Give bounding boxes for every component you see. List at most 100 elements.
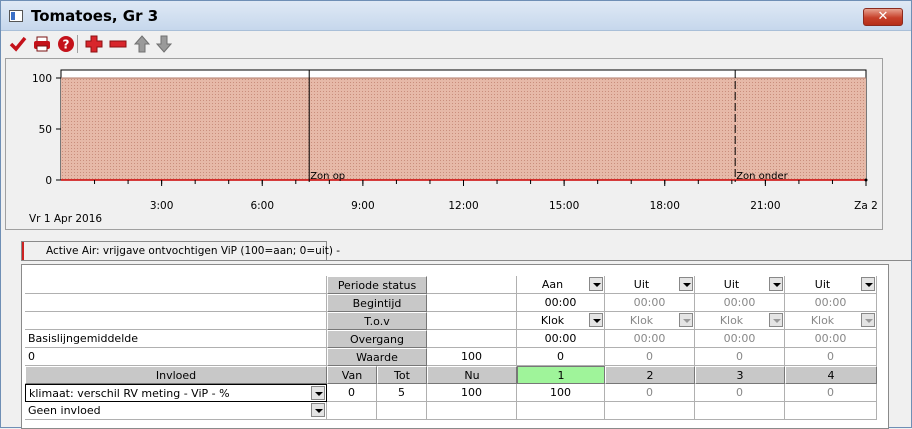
period-2-overgang: 00:00	[605, 330, 695, 348]
x-tick-label: Za 2	[854, 200, 878, 212]
period-1-header[interactable]: 1	[517, 366, 605, 384]
move-up-icon[interactable]	[133, 35, 151, 53]
row-label-overgang[interactable]: Overgang	[327, 330, 427, 348]
chevron-down-icon	[769, 313, 783, 327]
invloed-select-2[interactable]: Geen invloed	[25, 402, 327, 420]
tot-value[interactable]: 5	[377, 384, 427, 402]
row-label-begintijd[interactable]: Begintijd	[327, 294, 427, 312]
period-1-begintijd[interactable]: 00:00	[517, 294, 605, 312]
basislijn-value[interactable]: 0	[25, 348, 327, 366]
period-1-waarde[interactable]: 0	[517, 348, 605, 366]
tab-active-air[interactable]: Active Air: vrijgave ontvochtigen ViP (1…	[21, 241, 340, 261]
period-3-waarde: 0	[695, 348, 785, 366]
chevron-down-icon[interactable]	[679, 277, 693, 291]
close-button[interactable]: ✕	[863, 8, 903, 26]
period-3-tov: Klok	[719, 314, 744, 327]
invloed-select-1[interactable]: klimaat: verschil RV meting - ViP - %	[25, 384, 327, 402]
remove-icon[interactable]	[109, 35, 127, 53]
period-3-tov-select: Klok	[695, 312, 785, 330]
x-tick-label: 9:00	[351, 200, 375, 212]
waarde-nu: 100	[427, 348, 517, 366]
row-label-periode-status[interactable]: Periode status	[327, 276, 427, 294]
nu-header[interactable]: Nu	[427, 366, 517, 384]
period-1-overgang[interactable]: 00:00	[517, 330, 605, 348]
tab-divider	[21, 260, 911, 261]
x-tick-label: 21:00	[750, 200, 780, 212]
period-3-overgang: 00:00	[695, 330, 785, 348]
period-3-header[interactable]: 3	[695, 366, 785, 384]
period-2-status-select[interactable]: Uit	[605, 276, 695, 294]
x-tick-label: 12:00	[448, 200, 478, 212]
y-tick-label: 50	[39, 124, 52, 136]
y-tick-label: 100	[32, 73, 52, 85]
period-4-invloed: 0	[785, 384, 877, 402]
empty-cell	[25, 294, 327, 312]
period-2-header[interactable]: 2	[605, 366, 695, 384]
check-icon[interactable]	[9, 35, 27, 53]
chevron-down-icon	[679, 313, 693, 327]
series-end-point	[864, 178, 868, 182]
empty-cell	[327, 402, 377, 420]
basislijn-label: Basislijngemiddelde	[25, 330, 327, 348]
nu-value: 100	[427, 384, 517, 402]
y-tick-label: 0	[45, 175, 52, 187]
period-1-status: Aan	[541, 278, 564, 291]
empty-cell	[605, 402, 695, 420]
period-2-invloed: 0	[605, 384, 695, 402]
period-2-begintijd: 00:00	[605, 294, 695, 312]
window-title: Tomatoes, Gr 3	[31, 7, 159, 25]
toolbar-separator	[77, 35, 78, 53]
period-4-header[interactable]: 4	[785, 366, 877, 384]
title-bar: Tomatoes, Gr 3 ✕	[1, 1, 911, 31]
print-icon[interactable]	[33, 35, 51, 53]
x-tick-label: 15:00	[549, 200, 579, 212]
period-4-status-select[interactable]: Uit	[785, 276, 877, 294]
period-2-tov-select: Klok	[605, 312, 695, 330]
van-value[interactable]: 0	[327, 384, 377, 402]
invloed-select-1-value: klimaat: verschil RV meting - ViP - %	[29, 387, 230, 400]
empty-cell	[517, 402, 605, 420]
row-label-waarde[interactable]: Waarde	[327, 348, 427, 366]
x-tick-label: 6:00	[250, 200, 274, 212]
empty-cell	[427, 330, 517, 348]
empty-cell	[427, 294, 517, 312]
tot-header[interactable]: Tot	[377, 366, 427, 384]
period-4-begintijd: 00:00	[785, 294, 877, 312]
empty-cell	[427, 312, 517, 330]
period-3-status: Uit	[723, 278, 740, 291]
period-3-invloed: 0	[695, 384, 785, 402]
marker-label: Zon onder	[736, 171, 788, 182]
chevron-down-icon[interactable]	[311, 386, 325, 400]
move-down-icon[interactable]	[155, 35, 173, 53]
empty-cell	[25, 312, 327, 330]
add-icon[interactable]	[85, 35, 103, 53]
empty-cell	[785, 402, 877, 420]
period-4-status: Uit	[814, 278, 831, 291]
period-2-tov: Klok	[629, 314, 654, 327]
chart: Zon op Zon onder 100 50 0 3:00 6:00 9:00 12:00 15…	[5, 58, 883, 230]
x-tick-label: 18:00	[650, 200, 680, 212]
chart-date-label: Vr 1 Apr 2016	[29, 213, 102, 225]
chevron-down-icon[interactable]	[769, 277, 783, 291]
period-1-tov-select[interactable]: Klok	[517, 312, 605, 330]
x-tick-label: 3:00	[150, 200, 174, 212]
chevron-down-icon[interactable]	[861, 277, 875, 291]
chevron-down-icon[interactable]	[589, 277, 603, 291]
help-icon[interactable]: ?	[57, 35, 75, 53]
series-band	[61, 78, 866, 180]
period-3-status-select[interactable]: Uit	[695, 276, 785, 294]
row-label-tov[interactable]: T.o.v	[327, 312, 427, 330]
period-1-status-select[interactable]: Aan	[517, 276, 605, 294]
marker-label: Zon op	[310, 171, 345, 182]
period-2-status: Uit	[633, 278, 650, 291]
svg-text:?: ?	[63, 38, 70, 52]
period-2-waarde: 0	[605, 348, 695, 366]
invloed-header[interactable]: Invloed	[25, 366, 327, 384]
app-icon	[9, 10, 23, 22]
chevron-down-icon[interactable]	[311, 403, 325, 417]
chevron-down-icon[interactable]	[589, 313, 603, 327]
van-header[interactable]: Van	[327, 366, 377, 384]
period-1-invloed[interactable]: 100	[517, 384, 605, 402]
period-4-tov: Klok	[810, 314, 835, 327]
window: Tomatoes, Gr 3 ✕ ? Zon op Zon onder 100 50 0…	[0, 0, 912, 429]
